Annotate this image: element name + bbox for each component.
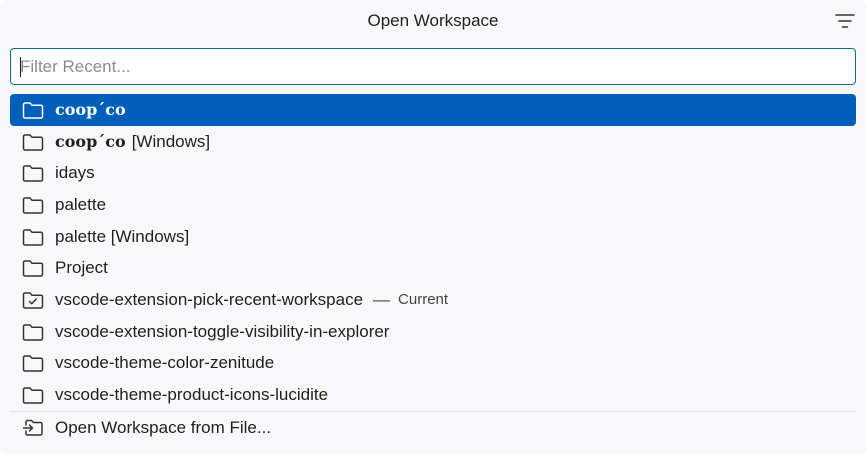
recent-workspaces-list: coop´co coop´co [Windows] idays palette <box>10 94 856 411</box>
list-item-label: coop´co <box>55 100 126 120</box>
folder-icon <box>22 132 44 152</box>
list-item-label: Project <box>55 258 108 278</box>
list-item-label: idays <box>55 163 95 183</box>
open-workspace-quick-pick: Open Workspace coop´co coop´co [Windows] <box>0 0 866 454</box>
separator-dash: — <box>373 289 391 309</box>
dialog-title: Open Workspace <box>367 11 499 30</box>
open-file-icon <box>22 418 44 438</box>
folder-icon <box>22 385 44 405</box>
list-item-label: coop´co <box>55 132 126 152</box>
list-item[interactable]: idays <box>10 157 856 189</box>
filter-recent-box[interactable] <box>10 48 856 85</box>
list-item-label: vscode-theme-product-icons-lucidite <box>55 385 329 405</box>
list-item[interactable]: palette <box>10 189 856 221</box>
current-badge: Current <box>398 291 449 309</box>
folder-icon <box>22 227 44 247</box>
list-item-label: vscode-extension-pick-recent-workspace <box>55 289 364 309</box>
list-item[interactable]: vscode-extension-toggle-visibility-in-ex… <box>10 316 856 348</box>
list-item-label: palette [Windows] <box>55 226 190 246</box>
filter-recent-input[interactable] <box>11 49 855 84</box>
folder-icon <box>22 195 44 215</box>
folder-icon <box>22 353 44 373</box>
text-caret <box>20 57 21 77</box>
list-item[interactable]: Project <box>10 252 856 284</box>
list-item-label: vscode-theme-color-zenitude <box>55 353 275 373</box>
action-label: Open Workspace from File... <box>55 417 272 437</box>
list-item-suffix: [Windows] <box>131 131 211 151</box>
open-workspace-from-file-item[interactable]: Open Workspace from File... <box>10 412 856 444</box>
list-item[interactable]: coop´co [Windows] <box>10 126 856 158</box>
folder-icon <box>22 258 44 278</box>
list-item[interactable]: vscode-theme-product-icons-lucidite <box>10 379 856 411</box>
folder-icon <box>22 163 44 183</box>
list-item-label: palette <box>55 194 107 214</box>
folder-icon <box>22 100 44 120</box>
list-item-current[interactable]: vscode-extension-pick-recent-workspace —… <box>10 284 856 316</box>
list-item[interactable]: palette [Windows] <box>10 221 856 253</box>
list-item-label: vscode-extension-toggle-visibility-in-ex… <box>55 321 390 341</box>
title-bar: Open Workspace <box>0 0 866 42</box>
folder-active-icon <box>22 290 44 310</box>
list-item[interactable]: coop´co <box>10 94 856 126</box>
filter-lines-icon[interactable] <box>834 11 856 31</box>
list-item[interactable]: vscode-theme-color-zenitude <box>10 348 856 380</box>
folder-icon <box>22 322 44 342</box>
